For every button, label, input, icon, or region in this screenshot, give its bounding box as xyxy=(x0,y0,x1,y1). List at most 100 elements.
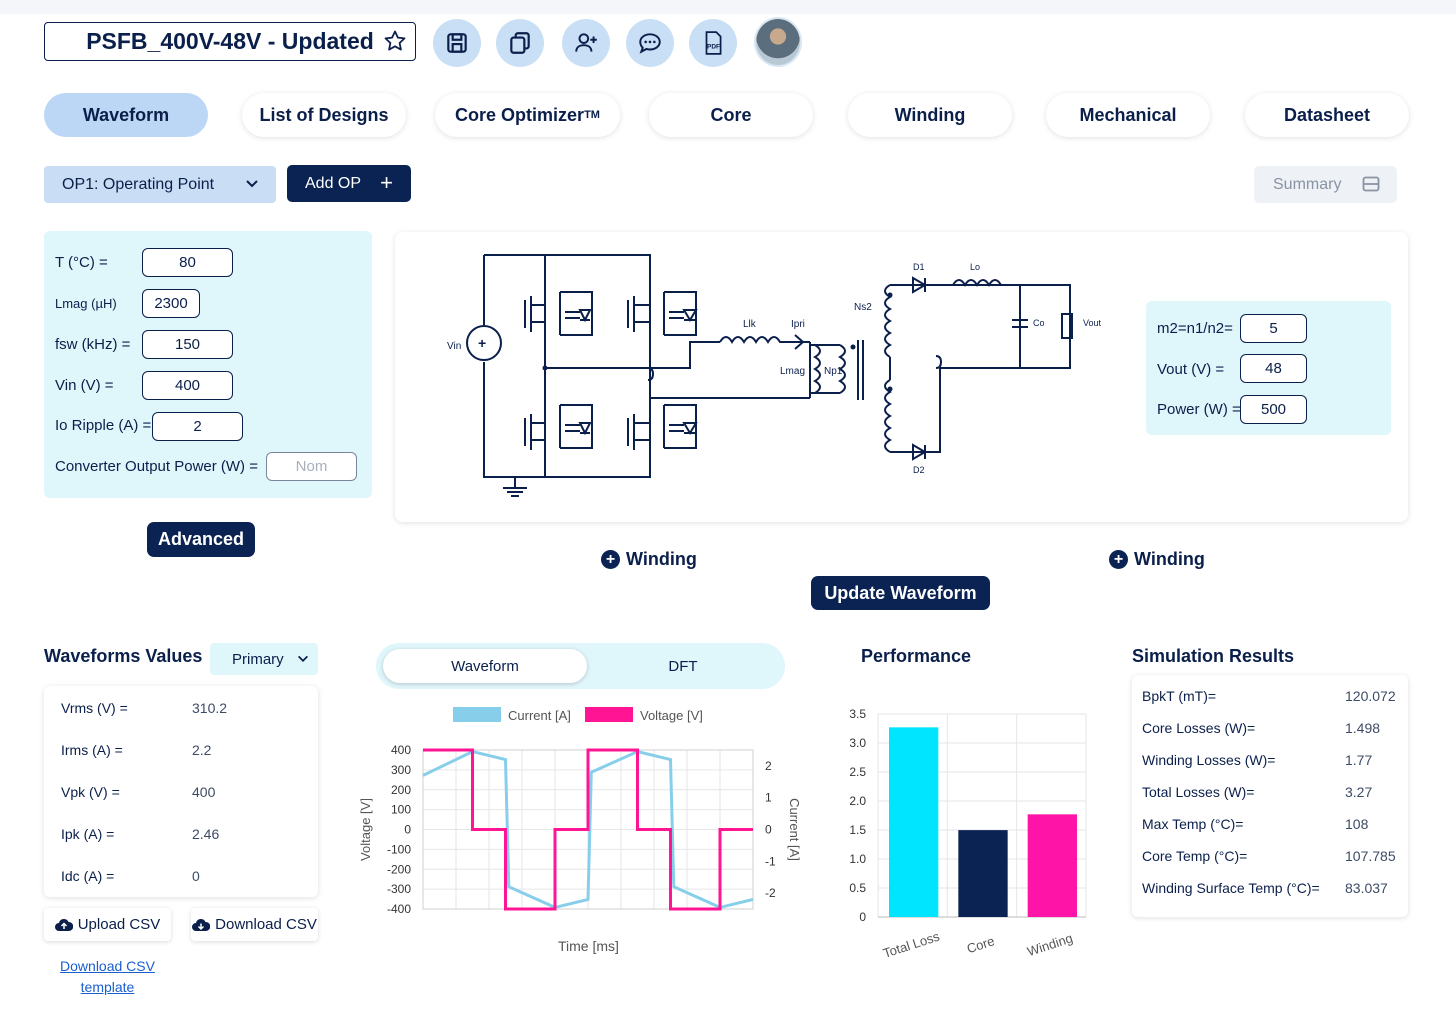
advanced-button[interactable]: Advanced xyxy=(147,522,255,557)
output-power-label: Converter Output Power (W) = xyxy=(55,458,258,475)
core-losses-value: 1.498 xyxy=(1345,720,1381,736)
plus-circle-icon: + xyxy=(601,550,620,569)
top-strip xyxy=(0,0,1456,14)
y2-tick-label: -1 xyxy=(765,854,776,868)
add-secondary-winding-button[interactable]: + Winding xyxy=(1109,549,1205,570)
vpk-label: Vpk (V) = xyxy=(61,784,120,800)
download-csv-button[interactable]: Download CSV xyxy=(191,908,318,941)
tab-mechanical[interactable]: Mechanical xyxy=(1046,93,1210,137)
core-temp-value: 107.785 xyxy=(1345,848,1396,864)
power-input[interactable]: 500 xyxy=(1240,395,1307,424)
y-tick-label: 3.0 xyxy=(849,736,866,750)
vout-label: Vout xyxy=(1083,318,1102,328)
summary-button[interactable]: Summary xyxy=(1254,166,1397,203)
y2-tick-label: 2 xyxy=(765,759,772,773)
d1-label: D1 xyxy=(913,262,925,272)
vrms-label: Vrms (V) = xyxy=(61,700,128,716)
plus-icon: + xyxy=(380,170,393,195)
tab-waveform[interactable]: Waveform xyxy=(44,93,208,137)
performance-title: Performance xyxy=(861,646,972,666)
tab-core-optimizer[interactable]: Core Optimizer TM xyxy=(435,93,620,137)
co-label: Co xyxy=(1033,318,1045,328)
fsw-label: fsw (kHz) = xyxy=(55,336,131,353)
star-icon[interactable] xyxy=(383,29,407,53)
waveform-chart: 400 300 200 100 0 -100 -200 -300 -400 2 1 0 -1 -2 Curr… xyxy=(358,707,802,954)
y-tick-label: 2.0 xyxy=(849,794,866,808)
tab-dft-view[interactable]: DFT xyxy=(588,649,778,683)
export-pdf-button[interactable]: PDF xyxy=(689,19,737,67)
winding-losses-label: Winding Losses (W)= xyxy=(1142,752,1276,768)
vout-input[interactable]: 48 xyxy=(1240,354,1307,383)
tab-waveform-view[interactable]: Waveform xyxy=(383,649,587,683)
cloud-download-icon xyxy=(192,918,211,931)
y-tick-label: -200 xyxy=(387,862,411,876)
tab-list-of-designs[interactable]: List of Designs xyxy=(242,93,406,137)
y2-tick-label: 1 xyxy=(765,791,772,805)
tab-datasheet[interactable]: Datasheet xyxy=(1245,93,1409,137)
y2-tick-label: -2 xyxy=(765,886,776,900)
idc-value: 0 xyxy=(192,868,200,884)
legend-swatch xyxy=(585,707,633,722)
bar xyxy=(889,727,939,917)
x-tick-label: Core xyxy=(965,933,996,956)
y-tick-label: -100 xyxy=(387,842,411,856)
ns2-label: Ns2 xyxy=(854,302,872,313)
chevron-down-icon xyxy=(298,655,308,662)
y-tick-label: 0 xyxy=(859,910,866,924)
input-parameters-panel: T (°C) = 80 Lmag (µH) 2300 fsw (kHz) = 1… xyxy=(44,231,372,498)
lmag-schem-label: Lmag xyxy=(780,366,805,377)
legend-swatch xyxy=(453,707,501,722)
y-axis-label: Voltage [V] xyxy=(358,798,373,861)
update-waveform-button[interactable]: Update Waveform xyxy=(811,576,990,610)
x-tick-label: Winding xyxy=(1025,930,1074,959)
design-name: PSFB_400V-48V - Updated xyxy=(86,28,374,54)
vin-label: Vin (V) = xyxy=(55,377,114,394)
tab-core[interactable]: Core xyxy=(649,93,813,137)
output-power-input[interactable]: Nom xyxy=(266,452,357,481)
waveform-dft-toggle: Waveform DFT xyxy=(376,643,785,689)
idc-label: Idc (A) = xyxy=(61,868,115,884)
y-tick-label: -400 xyxy=(387,902,411,916)
add-op-button[interactable]: Add OP + xyxy=(287,165,411,202)
total-losses-value: 3.27 xyxy=(1345,784,1373,800)
y-tick-label: 1.5 xyxy=(849,823,866,837)
irms-label: Irms (A) = xyxy=(61,742,123,758)
add-primary-winding-button[interactable]: + Winding xyxy=(601,549,697,570)
max-temp-value: 108 xyxy=(1345,816,1369,832)
lmag-input[interactable]: 2300 xyxy=(142,289,200,318)
lmag-label: Lmag (µH) xyxy=(55,296,117,311)
save-button[interactable] xyxy=(433,19,481,67)
upload-csv-button[interactable]: Upload CSV xyxy=(44,908,171,941)
share-user-button[interactable] xyxy=(562,19,610,67)
vin-input[interactable]: 400 xyxy=(142,371,233,400)
vrms-value: 310.2 xyxy=(192,700,228,716)
winding-losses-value: 1.77 xyxy=(1345,752,1373,768)
ratio-input[interactable]: 5 xyxy=(1240,314,1307,343)
np1-label: Np1 xyxy=(824,366,843,377)
user-avatar[interactable] xyxy=(754,17,802,67)
simulation-results-title: Simulation Results xyxy=(1132,646,1295,666)
y2-axis-label: Current [A] xyxy=(787,798,802,861)
legend-label: Voltage [V] xyxy=(640,708,703,723)
save-icon xyxy=(447,33,467,53)
copy-button[interactable] xyxy=(496,19,544,67)
temp-input[interactable]: 80 xyxy=(142,248,233,277)
lo-label: Lo xyxy=(970,262,980,272)
ratio-label: m2=n1/n2= xyxy=(1157,320,1233,337)
temp-label: T (°C) = xyxy=(55,254,108,271)
download-csv-template-link[interactable]: Download CSV template xyxy=(44,956,171,998)
bpkt-label: BpkT (mT)= xyxy=(1142,688,1217,704)
y-tick-label: 400 xyxy=(391,743,411,757)
comment-button[interactable] xyxy=(626,19,674,67)
operating-point-select[interactable]: OP1: Operating Point xyxy=(44,166,276,203)
plus-circle-icon: + xyxy=(1109,550,1128,569)
ripple-input[interactable]: 2 xyxy=(152,412,243,441)
tab-winding[interactable]: Winding xyxy=(848,93,1012,137)
y2-tick-label: 0 xyxy=(765,823,772,837)
design-name-field[interactable]: PSFB_400V-48V - Updated xyxy=(44,22,416,61)
winding-side-select[interactable]: Primary xyxy=(210,643,318,675)
fsw-input[interactable]: 150 xyxy=(142,330,233,359)
y-tick-label: 100 xyxy=(391,803,411,817)
y-tick-label: 300 xyxy=(391,763,411,777)
total-losses-label: Total Losses (W)= xyxy=(1142,784,1255,800)
